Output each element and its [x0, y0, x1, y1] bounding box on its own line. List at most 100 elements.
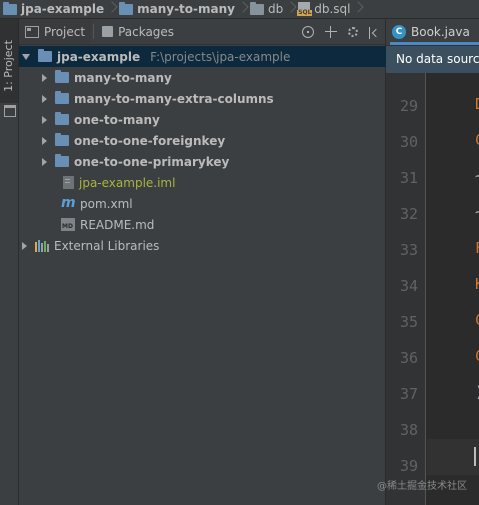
tree-item-label: jpa-example [57, 49, 141, 64]
expand-arrow-icon[interactable] [22, 241, 27, 250]
breadcrumb-item-db-sql[interactable]: db.sql [295, 0, 354, 18]
tree-item-pom-xml[interactable]: m pom.xml [19, 193, 427, 214]
packages-icon [102, 26, 114, 37]
tree-item-label: External Libraries [54, 238, 160, 253]
tree-item-path: F:\projects\jpa-example [150, 49, 291, 64]
code-line-text: ~ [475, 167, 479, 185]
tab-label: Packages [118, 24, 175, 39]
tab-label: Project [44, 24, 86, 39]
module-folder-icon [55, 133, 69, 146]
breadcrumb-separator [354, 0, 362, 18]
line-number: 38 [399, 421, 418, 439]
tree-item-label: jpa-example.iml [79, 175, 176, 190]
line-number: 31 [399, 169, 418, 187]
breadcrumb-separator [287, 0, 295, 18]
expand-arrow-icon[interactable] [42, 136, 47, 145]
tree-item-many-to-many[interactable]: many-to-many [19, 67, 408, 88]
code-line-text: K [475, 275, 479, 293]
no-data-sources-banner: No data sources [386, 46, 479, 73]
tab-project[interactable]: Project [19, 19, 92, 44]
editor-area: C Book.java No data sources 29 D 30 C 31 ~32 ~… [386, 19, 479, 505]
breadcrumb-separator [239, 0, 247, 18]
project-window-icon [4, 105, 16, 117]
module-folder-icon [55, 112, 69, 125]
line-number: 36 [399, 349, 418, 367]
iml-file-icon [63, 176, 74, 189]
folder-icon [119, 1, 134, 15]
breadcrumb-label: db [267, 2, 284, 16]
line-number: 37 [399, 385, 418, 403]
navigation-breadcrumb: jpa-example many-to-many db db.sql [0, 0, 479, 19]
module-folder-icon [38, 49, 52, 62]
breadcrumb-label: many-to-many [137, 2, 235, 16]
breadcrumb-item-many-to-many[interactable]: many-to-many [116, 0, 239, 18]
breadcrumb-item-jpa-example[interactable]: jpa-example [0, 0, 108, 18]
line-number: 35 [399, 313, 418, 331]
tree-item-jpa-example-iml[interactable]: jpa-example.iml [19, 172, 429, 193]
expand-arrow-icon[interactable] [42, 94, 47, 103]
tree-item-label: pom.xml [80, 196, 133, 211]
module-folder-icon [55, 70, 69, 83]
expand-arrow-icon[interactable] [42, 115, 47, 124]
watermark-text: @稀土掘金技术社区 [377, 481, 467, 492]
tab-packages[interactable]: Packages [96, 19, 180, 44]
editor-tab-bar: C Book.java [386, 19, 479, 46]
libraries-icon [35, 239, 49, 252]
project-stripe-label: 1: Project [2, 40, 15, 92]
breadcrumb-label: jpa-example [21, 2, 105, 16]
caret-row-highlight [427, 439, 479, 475]
tree-item-one-to-many[interactable]: one-to-many [19, 109, 408, 130]
code-line-text: ) [475, 383, 479, 401]
line-number: 32 [399, 205, 418, 223]
tree-item-one-to-one-foreignkey[interactable]: one-to-one-foreignkey [19, 130, 408, 151]
tree-item-label: many-to-many-extra-columns [74, 91, 274, 106]
code-line-text: ~ [475, 203, 479, 221]
editor-tab-label: Book.java [411, 25, 470, 39]
tree-item-label: one-to-one-primarykey [74, 154, 230, 169]
breadcrumb-item-db[interactable]: db [247, 0, 287, 18]
breadcrumb-separator [108, 0, 116, 18]
tree-item-readme-md[interactable]: README.md [19, 214, 427, 235]
code-line-text: C [475, 311, 479, 329]
line-number: 29 [399, 97, 418, 115]
editor-tab-book-java[interactable]: C Book.java [390, 19, 479, 45]
expand-arrow-icon[interactable] [22, 53, 30, 60]
tree-item-many-to-many-extra-columns[interactable]: many-to-many-extra-columns [19, 88, 408, 109]
line-number: 39 [399, 457, 418, 475]
breadcrumb-label: db.sql [314, 2, 351, 16]
line-number: 33 [399, 241, 418, 259]
module-folder-icon [55, 154, 69, 167]
tab-divider [93, 24, 95, 39]
tree-item-external-libraries[interactable]: External Libraries [19, 235, 388, 256]
scroll-from-source-icon[interactable] [302, 25, 314, 38]
code-line-text: F [475, 239, 479, 257]
project-tool-window-button[interactable]: 1: Project [0, 19, 18, 117]
project-panel: Project Packages jpa-example F:\projects… [19, 19, 388, 505]
module-folder-icon [55, 91, 69, 104]
panel-toolbar [302, 19, 379, 44]
expand-arrow-icon[interactable] [42, 157, 47, 166]
text-caret [474, 447, 476, 466]
project-icon [25, 25, 39, 38]
code-line-text: D [475, 95, 479, 113]
tree-item-label: one-to-many [74, 112, 160, 127]
line-number: 30 [399, 133, 418, 151]
tree-item-label: README.md [80, 217, 155, 232]
hide-panel-icon[interactable] [369, 26, 379, 39]
class-icon: C [392, 25, 406, 39]
folder-icon [3, 1, 17, 15]
collapse-all-icon[interactable] [325, 25, 337, 38]
tree-item-label: one-to-one-foreignkey [74, 133, 226, 148]
sql-file-icon [297, 2, 313, 16]
folder-icon [249, 1, 264, 15]
markdown-file-icon [61, 218, 75, 231]
settings-gear-icon[interactable] [348, 26, 358, 37]
maven-pom-icon: m [61, 195, 76, 211]
tree-item-label: many-to-many [74, 70, 172, 85]
code-line-text: C [475, 131, 479, 149]
line-number: 34 [399, 277, 418, 295]
expand-arrow-icon[interactable] [42, 73, 47, 82]
tree-item-one-to-one-primarykey[interactable]: one-to-one-primarykey [19, 151, 408, 172]
code-line-text: C [475, 347, 479, 365]
tree-item-jpa-example[interactable]: jpa-example F:\projects\jpa-example [19, 46, 388, 67]
